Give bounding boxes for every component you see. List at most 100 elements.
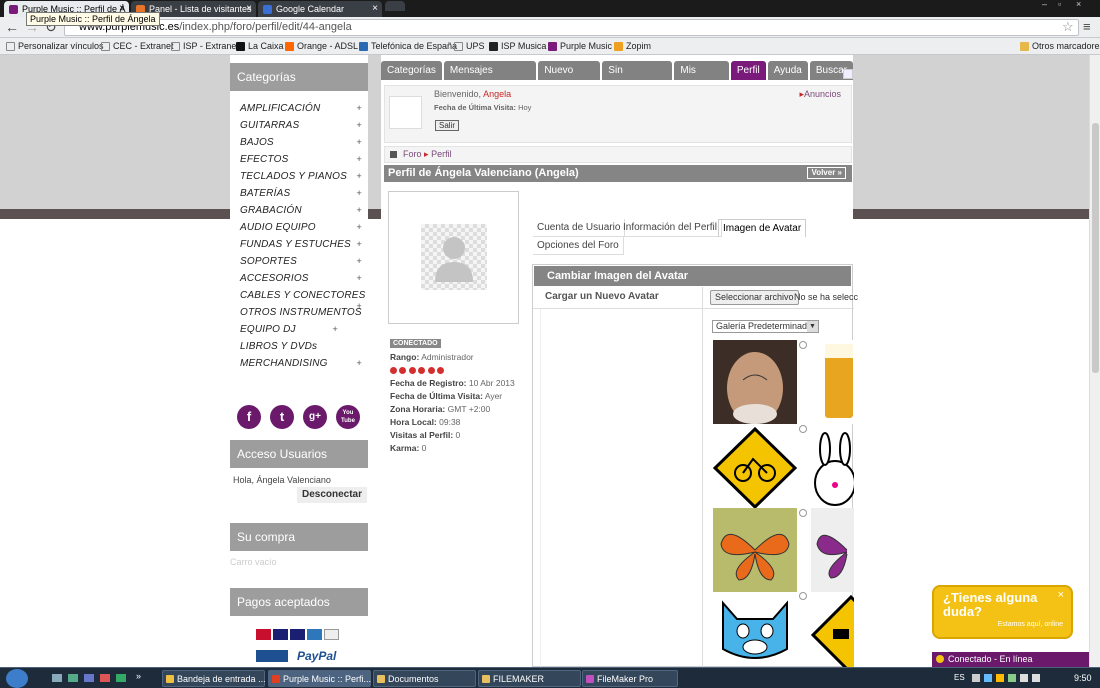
announcements-link[interactable]: ▸Anuncios	[799, 89, 841, 100]
expand-icon[interactable]: +	[357, 298, 362, 315]
windows-start-icon[interactable]	[6, 669, 28, 688]
expand-icon[interactable]: +	[357, 100, 362, 117]
expand-icon[interactable]: +	[357, 355, 362, 372]
gallery-avatar-butterfly[interactable]	[713, 508, 797, 592]
choose-file-button[interactable]: Seleccionar archivo	[710, 290, 799, 305]
menu-ayuda[interactable]: Ayuda	[767, 61, 808, 80]
other-bookmarks[interactable]: Otros marcadores	[1020, 38, 1100, 55]
menu-categorias[interactable]: Categorías	[381, 61, 442, 80]
gallery-avatar-bike-sign[interactable]	[712, 426, 798, 510]
logout-button[interactable]: Salir	[435, 120, 460, 131]
category-item[interactable]: GUITARRAS +	[230, 117, 368, 134]
taskbar-item[interactable]: FILEMAKER	[478, 670, 581, 687]
menu-mis-temas[interactable]: Mis Temas	[674, 61, 729, 95]
gallery-avatar-butterfly-purple[interactable]	[811, 508, 854, 592]
expand-icon[interactable]: +	[357, 219, 362, 236]
taskbar-item[interactable]: Purple Music :: Perfi...	[268, 670, 371, 687]
tray-icon[interactable]	[984, 674, 992, 682]
gallery-avatar-tattoo[interactable]	[713, 340, 797, 424]
taskbar-item[interactable]: Bandeja de entrada ...	[162, 670, 266, 687]
gallery-avatar-beer[interactable]	[811, 340, 854, 424]
expand-icon[interactable]: +	[357, 117, 362, 134]
minimize-icon[interactable]: –	[1042, 0, 1054, 9]
category-item[interactable]: GRABACIÓN +	[230, 202, 368, 219]
chat-widget[interactable]: ¿Tienes alguna duda? × Estamos aquí, onl…	[932, 585, 1073, 639]
chat-bar[interactable]: Conectado - En línea	[932, 652, 1089, 667]
close-window-icon[interactable]: ×	[1076, 0, 1088, 9]
bookmark-item[interactable]: UPS	[454, 38, 485, 55]
bookmark-item[interactable]: ISP Musica	[489, 38, 546, 55]
network-icon[interactable]	[1020, 674, 1028, 682]
volume-icon[interactable]	[1032, 674, 1040, 682]
menu-mensajes-recientes[interactable]: Mensajes Recientes	[443, 61, 537, 95]
chat-close-icon[interactable]: ×	[1058, 589, 1064, 601]
avatar-radio[interactable]	[799, 341, 807, 349]
bookmark-item[interactable]: Telefónica de España	[359, 38, 457, 55]
gallery-select[interactable]: Galería Predeterminada ▼	[712, 320, 819, 333]
tab-forum-options[interactable]: Opciones del Foro	[533, 237, 624, 255]
category-item[interactable]: TECLADOS Y PIANOS +	[230, 168, 368, 185]
category-item[interactable]: CABLES Y CONECTORES	[230, 287, 368, 304]
chrome-menu-icon[interactable]: ≡	[1083, 19, 1091, 34]
expand-icon[interactable]: +	[357, 151, 362, 168]
tray-icon[interactable]	[996, 674, 1004, 682]
clock[interactable]: 9:50	[1074, 673, 1092, 683]
tab-profile-info[interactable]: Información del Perfil	[619, 219, 722, 237]
category-item[interactable]: MERCHANDISING +	[230, 355, 368, 372]
disconnect-button[interactable]: Desconectar	[297, 487, 367, 503]
expand-icon[interactable]: +	[357, 270, 362, 287]
expand-icon[interactable]: +	[357, 185, 362, 202]
new-tab-button[interactable]	[385, 1, 405, 11]
back-button[interactable]: Volver »	[807, 167, 846, 179]
close-tab-icon[interactable]: ×	[372, 1, 378, 17]
taskbar-item[interactable]: FileMaker Pro	[582, 670, 678, 687]
expand-icon[interactable]: +	[357, 253, 362, 270]
category-item[interactable]: AUDIO EQUIPO +	[230, 219, 368, 236]
category-item[interactable]: SOPORTES +	[230, 253, 368, 270]
welcome-username[interactable]: Angela	[483, 89, 511, 99]
quicklaunch-icon[interactable]	[84, 674, 94, 682]
maximize-icon[interactable]: ▫	[1058, 0, 1070, 9]
avatar-radio[interactable]	[799, 509, 807, 517]
facebook-icon[interactable]: f	[237, 405, 261, 429]
google-plus-icon[interactable]: g+	[303, 405, 327, 429]
bookmark-item[interactable]: Orange - ADSL	[285, 38, 358, 55]
tray-icon[interactable]	[1008, 674, 1016, 682]
close-tab-icon[interactable]: ×	[246, 1, 252, 17]
gallery-avatar-bunny[interactable]	[811, 429, 856, 511]
url-input[interactable]: www.purplemusic.es/index.php/foro/perfil…	[64, 19, 1079, 36]
bookmark-item[interactable]: Personalizar vínculos	[6, 38, 104, 55]
quicklaunch-icon[interactable]	[52, 674, 62, 682]
quicklaunch-icon[interactable]	[116, 674, 126, 682]
quicklaunch-icon[interactable]	[68, 674, 78, 682]
category-item[interactable]: BAJOS +	[230, 134, 368, 151]
scrollbar-thumb[interactable]	[1092, 123, 1099, 373]
bookmark-item[interactable]: CEC - Extranet	[101, 38, 174, 55]
category-item[interactable]: LIBROS Y DVDs	[230, 338, 368, 355]
youtube-icon[interactable]: You Tube	[336, 405, 360, 429]
gallery-avatar-cat[interactable]	[713, 595, 797, 667]
category-item[interactable]: OTROS INSTRUMENTOS +	[230, 301, 368, 321]
tab-google-calendar[interactable]: Google Calendar ×	[258, 1, 382, 17]
bookmark-star-icon[interactable]: ☆	[1062, 19, 1074, 35]
bookmark-item[interactable]: Zopim	[614, 38, 651, 55]
tab-avatar-image[interactable]: Imagen de Avatar	[718, 219, 807, 237]
language-indicator[interactable]: ES	[954, 673, 965, 682]
bookmark-item[interactable]: ISP - Extranet	[171, 38, 239, 55]
bookmark-item[interactable]: Purple Music	[548, 38, 612, 55]
category-item[interactable]: ACCESORIOS +	[230, 270, 368, 287]
category-item[interactable]: AMPLIFICACIÓN +	[230, 100, 368, 117]
expand-icon[interactable]: +	[357, 236, 362, 253]
tray-icon[interactable]	[972, 674, 980, 682]
category-item[interactable]: EFECTOS +	[230, 151, 368, 168]
breadcrumb-perfil[interactable]: Perfil	[431, 149, 452, 159]
menu-sin-respuesta[interactable]: Sin Respuesta	[602, 61, 673, 95]
menu-perfil[interactable]: Perfil	[730, 61, 766, 80]
menu-nuevo-tema[interactable]: Nuevo Tema	[538, 61, 601, 95]
taskbar-item[interactable]: Documentos	[373, 670, 476, 687]
bookmark-item[interactable]: La Caixa	[236, 38, 284, 55]
expand-icon[interactable]: +	[333, 321, 338, 338]
tab-user-account[interactable]: Cuenta de Usuario	[533, 219, 626, 237]
category-item[interactable]: BATERÍAS +	[230, 185, 368, 202]
expand-icon[interactable]: +	[357, 168, 362, 185]
